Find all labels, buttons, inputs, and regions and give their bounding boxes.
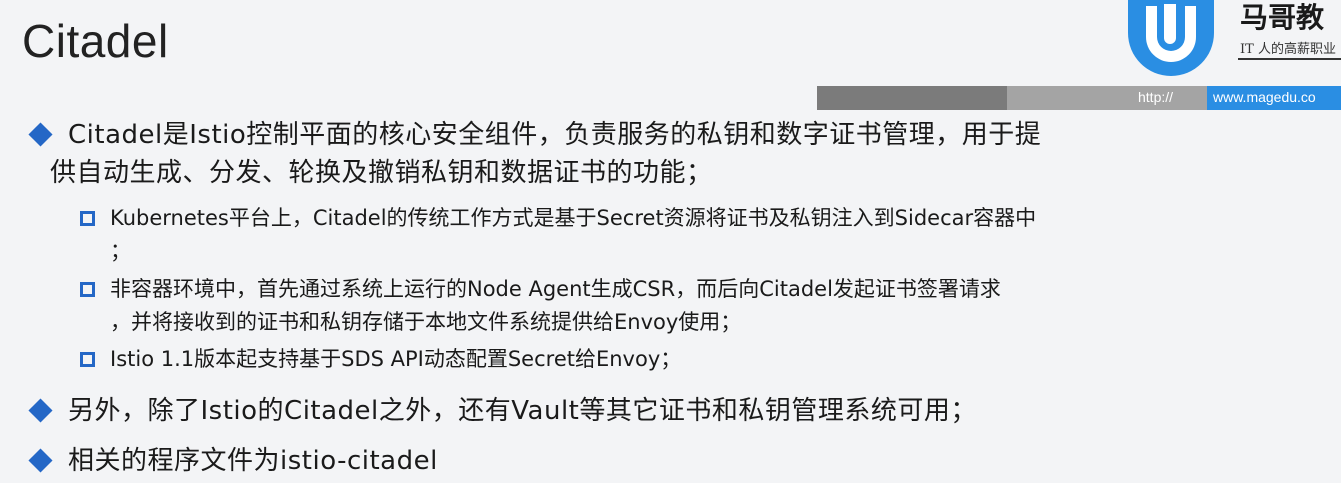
sub-bullet-square-icon xyxy=(80,282,95,297)
url-banner: http:// www.magedu.co xyxy=(817,86,1341,110)
bullet-1-line-2: 供自动生成、分发、轮换及撤销私钥和数据证书的功能； xyxy=(50,158,713,188)
bullet-diamond-icon xyxy=(28,448,53,473)
subitem-3-line-1: Istio 1.1版本起支持基于SDS API动态配置Secret给Envoy； xyxy=(110,347,682,371)
subitem-1-line-1: Kubernetes平台上，Citadel的传统工作方式是基于Secret资源将… xyxy=(110,206,1037,230)
brand-logo: 马哥教 IT 人的高薪职业 xyxy=(1124,0,1341,80)
logo-name: 马哥教 xyxy=(1240,1,1325,34)
subitem-1-line-2: ； xyxy=(110,239,131,263)
sub-bullet-square-icon xyxy=(80,211,95,226)
bullet-2: 另外，除了Istio的Citadel之外，还有Vault等其它证书和私钥管理系统… xyxy=(68,396,977,426)
subitem-2-line-2: ，并将接收到的证书和私钥存储于本地文件系统提供给Envoy使用； xyxy=(110,310,742,334)
subitem-2-line-1: 非容器环境中，首先通过系统上运行的Node Agent生成CSR，而后向Cita… xyxy=(110,277,1001,301)
slide-title: Citadel xyxy=(22,15,169,67)
logo-underline xyxy=(1238,58,1341,60)
url-site: www.magedu.co xyxy=(1213,89,1316,105)
logo-mark-icon xyxy=(1128,0,1214,76)
sub-bullet-square-icon xyxy=(80,352,95,367)
url-prefix: http:// xyxy=(1138,89,1174,105)
bullet-diamond-icon xyxy=(28,398,53,423)
bullet-3: 相关的程序文件为istio-citadel xyxy=(68,446,438,476)
logo-tagline: IT 人的高薪职业 xyxy=(1240,42,1336,57)
bullet-diamond-icon xyxy=(28,122,53,147)
bullet-1-line-1: Citadel是Istio控制平面的核心安全组件，负责服务的私钥和数字证书管理，… xyxy=(68,120,1042,150)
